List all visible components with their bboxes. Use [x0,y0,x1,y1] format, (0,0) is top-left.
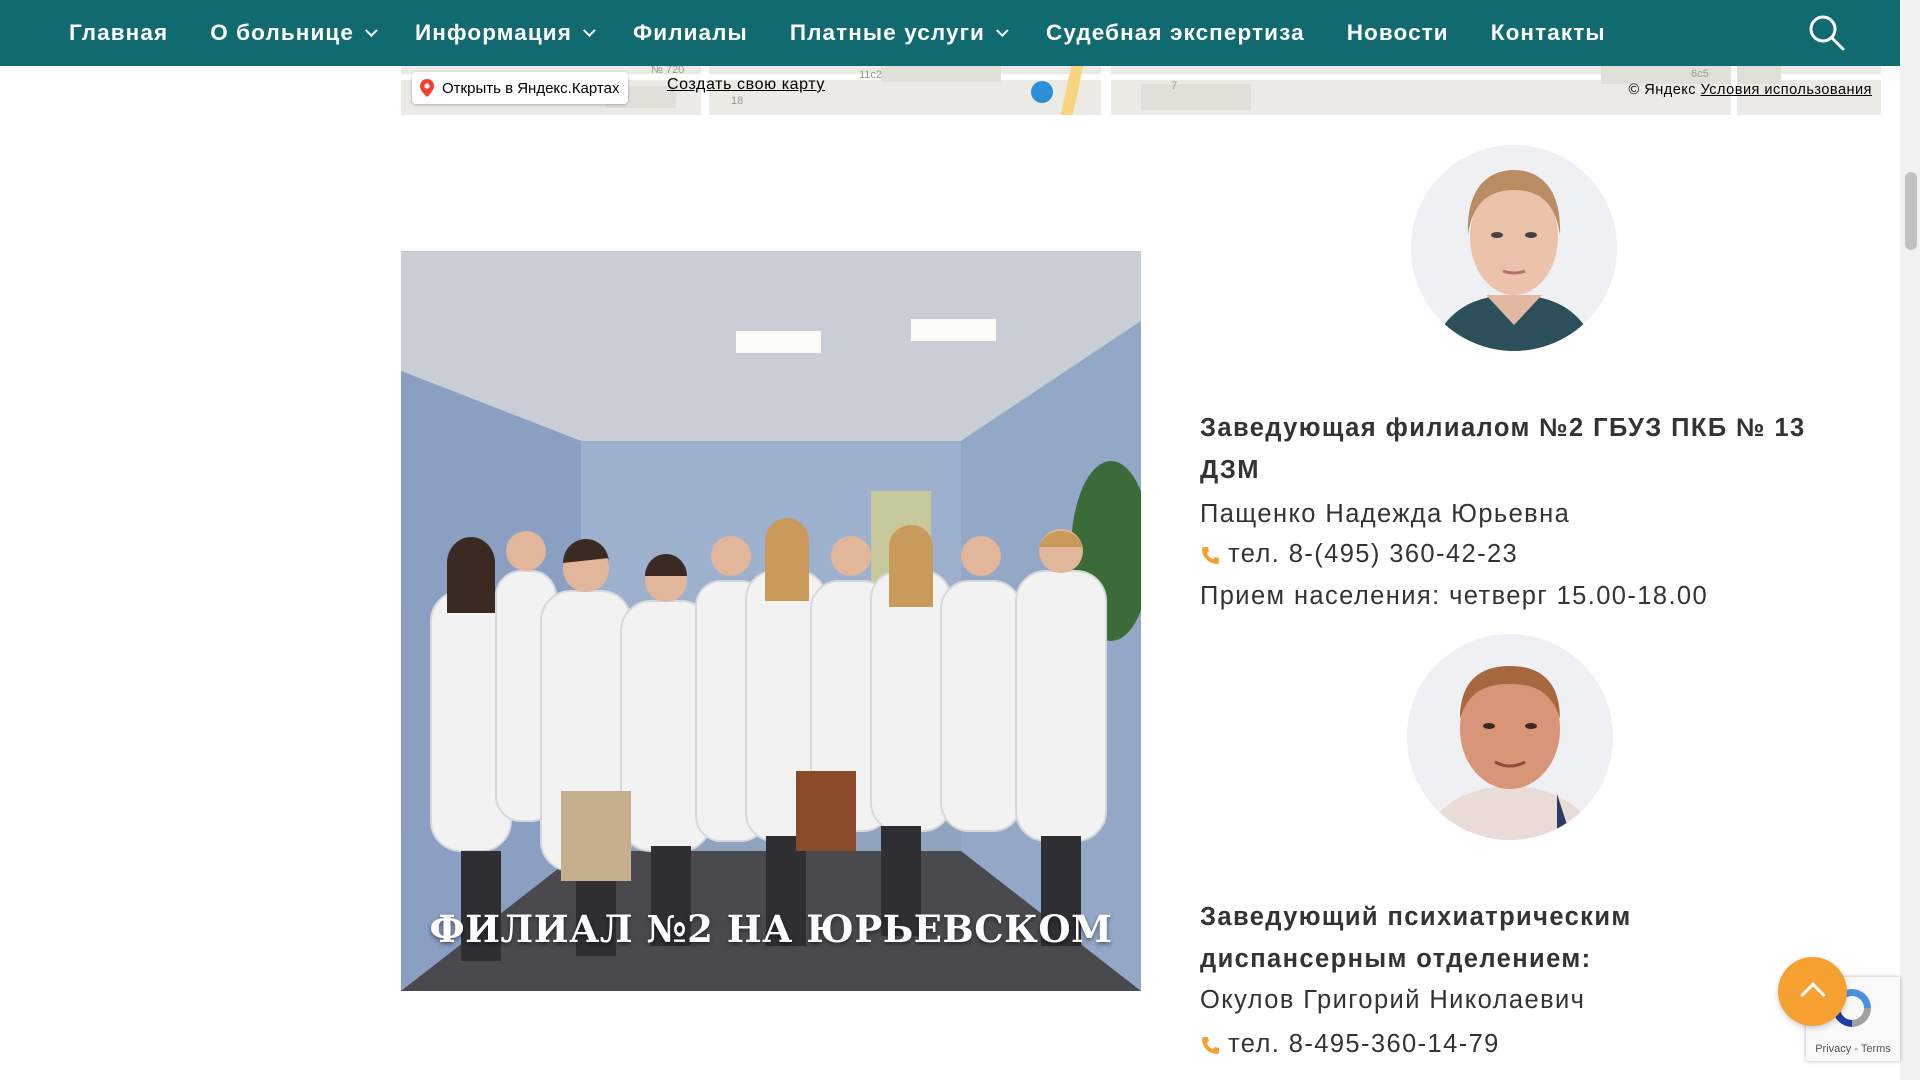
recaptcha-links: Privacy - Terms [1806,1043,1900,1055]
staff-title: Заведующая филиалом №2 ГБУЗ ПКБ № 13 ДЗМ [1200,414,1806,484]
nav-item-home[interactable]: Главная [69,20,168,46]
nav-item-news[interactable]: Новости [1347,20,1449,46]
staff-title: Заведующий психиатрическим диспансерным … [1200,903,1632,973]
nav-item-label: Контакты [1490,20,1606,45]
scroll-to-top-button[interactable] [1778,957,1847,1026]
open-in-yandex-maps-label: Открыть в Яндекс.Картах [442,79,620,97]
recaptcha-terms-link[interactable]: Terms [1861,1043,1891,1055]
open-in-yandex-maps-button[interactable]: Открыть в Яндекс.Картах [412,72,629,104]
staff-phone-link[interactable]: тел. 8-495-360-14-79 [1200,1030,1500,1059]
staff-reception-hours: Прием населения: четверг 15.00-18.00 [1200,582,1709,610]
nav-item-information[interactable]: Информация [414,20,596,46]
head-of-branch-avatar [1411,145,1617,351]
staff-name: Пащенко Надежда Юрьевна [1200,500,1571,528]
staff-phone-number: тел. 8-(495) 360-42-23 [1228,540,1519,568]
nav-item-branches[interactable]: Филиалы [633,20,748,46]
nav-item-label: Главная [69,20,169,45]
branch-staff-group-image [401,251,1141,991]
search-icon [1809,15,1845,51]
map-label: 11с2 [859,69,883,81]
recaptcha-separator: - [1851,1043,1861,1055]
nav-item-label: Новости [1346,20,1449,45]
nav-item-label: О больнице [210,20,354,45]
phone-icon [1202,547,1219,565]
recaptcha-privacy-link[interactable]: Privacy [1815,1043,1851,1055]
staff-phone-number: тел. 8-495-360-14-79 [1228,1030,1500,1058]
phone-icon [1202,1037,1219,1055]
nav-item-label: Платные услуги [789,20,985,45]
nav-item-label: Филиалы [632,20,748,45]
head-of-department-portrait-image [1407,634,1613,840]
search-button[interactable] [1808,14,1846,52]
map-label: 6с5 [1691,68,1709,80]
nav-item-about[interactable]: О больнице [210,20,378,46]
map-label: 7 [1171,80,1178,92]
head-of-branch-portrait-image [1411,145,1617,351]
shop-basket-icon [1031,81,1053,103]
chevron-up-icon [1800,982,1826,1008]
nav-item-label: Информация [414,20,572,45]
chevron-down-icon [995,23,1009,37]
map-copyright: © Яндекс Условия использования [1629,82,1872,98]
main-nav: Главная О больнице Информация Филиалы Пл… [0,0,1900,66]
map-label: № 720 [651,66,685,76]
nav-item-paid-services[interactable]: Платные услуги [789,20,1009,46]
chevron-down-icon [582,23,596,37]
page-scrollbar-track[interactable] [1900,0,1920,1080]
map-copyright-text: © Яндекс [1628,82,1697,98]
nav-item-contacts[interactable]: Контакты [1491,20,1606,46]
map-terms-link[interactable]: Условия использования [1701,82,1872,98]
create-your-map-link[interactable]: Создать свою карту [667,76,825,94]
map-label: 18 [731,95,744,107]
branch-photo: ФИЛИАЛ №2 НА ЮРЬЕВСКОМ [401,251,1141,991]
branch-photo-caption: ФИЛИАЛ №2 НА ЮРЬЕВСКОМ [429,907,1113,951]
staff-phone-link[interactable]: тел. 8-(495) 360-42-23 [1200,540,1518,569]
nav-item-forensic-expertise[interactable]: Судебная экспертиза [1046,20,1305,46]
nav-item-label: Судебная экспертиза [1046,20,1305,45]
head-of-department-avatar [1407,634,1613,840]
staff-name: Окулов Григорий Николаевич [1200,986,1586,1014]
page-scrollbar-thumb[interactable] [1905,172,1917,250]
chevron-down-icon [364,23,378,37]
map-pin-icon [420,79,434,97]
